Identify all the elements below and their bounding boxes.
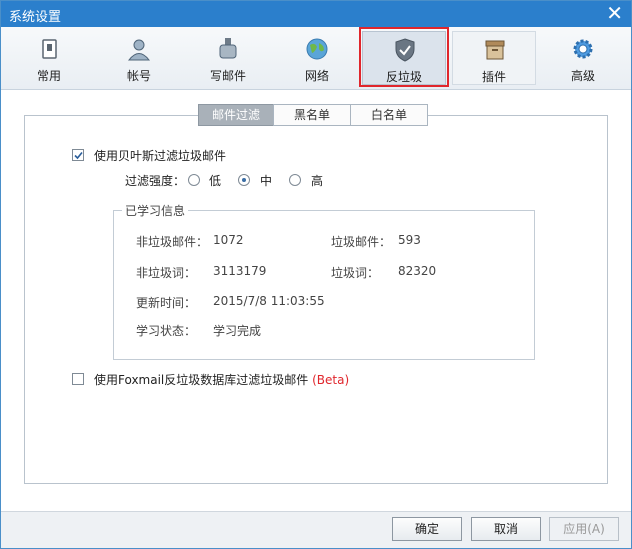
toolbar-item-compose[interactable]: 写邮件	[186, 31, 270, 85]
button-bar: 确定 取消 应用(A)	[1, 511, 631, 548]
ham-word-value: 3113179	[213, 264, 267, 278]
settings-toolbar: 常用 帐号 写邮件 网络 反垃圾 插件 高级	[1, 27, 631, 90]
toolbar-item-label: 常用	[36, 69, 61, 83]
compose-icon	[219, 38, 237, 59]
foxmail-db-text: 使用Foxmail反垃圾数据库过滤垃圾邮件	[94, 373, 309, 387]
toolbar-item-label: 写邮件	[209, 69, 246, 83]
learned-info-title: 已学习信息	[122, 202, 189, 219]
tab-whitelist[interactable]: 白名单	[350, 104, 428, 126]
plugin-box-icon	[485, 40, 505, 60]
tab-mail-filter[interactable]: 邮件过滤	[198, 104, 274, 126]
ham-word-label: 非垃圾词：	[136, 266, 197, 280]
foxmail-db-checkbox[interactable]	[72, 373, 84, 385]
window-title: 系统设置	[9, 10, 62, 25]
gear-icon	[573, 39, 593, 59]
strength-medium-label: 中	[260, 174, 273, 188]
strength-low-radio[interactable]	[188, 174, 200, 186]
spam-mail-value: 593	[398, 233, 421, 247]
tab-blacklist[interactable]: 黑名单	[273, 104, 351, 126]
shield-icon	[395, 38, 415, 62]
beta-tag: (Beta)	[312, 373, 350, 387]
toolbar-item-advanced[interactable]: 高级	[541, 31, 625, 85]
strength-high-radio[interactable]	[289, 174, 301, 186]
check-icon	[74, 151, 83, 160]
toolbar-item-label: 插件	[481, 70, 506, 84]
spam-word-label: 垃圾词：	[331, 266, 380, 280]
toolbar-item-general[interactable]: 常用	[7, 31, 91, 85]
ok-button[interactable]: 确定	[392, 517, 462, 541]
status-label: 学习状态：	[136, 324, 197, 338]
spam-word-value: 82320	[398, 264, 437, 278]
ham-mail-label: 非垃圾邮件：	[136, 235, 209, 249]
close-icon[interactable]: ✕	[606, 2, 623, 24]
toolbar-item-label: 网络	[304, 69, 329, 83]
bayes-checkbox[interactable]	[72, 149, 84, 161]
toolbar-item-antispam[interactable]: 反垃圾	[362, 31, 446, 85]
strength-medium-radio[interactable]	[238, 174, 250, 186]
updated-label: 更新时间：	[136, 296, 197, 310]
title-bar: 系统设置 ✕	[1, 1, 631, 27]
globe-icon	[306, 38, 328, 60]
toolbar-item-network[interactable]: 网络	[275, 31, 359, 85]
toolbar-item-label: 帐号	[126, 69, 151, 83]
user-icon	[127, 39, 151, 61]
updated-value: 2015/7/8 11:03:55	[213, 294, 325, 308]
toolbar-item-label: 高级	[570, 69, 595, 83]
ham-mail-value: 1072	[213, 233, 244, 247]
strength-high-label: 高	[311, 174, 324, 188]
strength-label: 过滤强度：	[125, 174, 186, 188]
toolbar-item-plugins[interactable]: 插件	[452, 31, 536, 85]
toolbar-item-label: 反垃圾	[385, 70, 422, 84]
cancel-button[interactable]: 取消	[471, 517, 541, 541]
apply-button[interactable]: 应用(A)	[549, 517, 619, 541]
bayes-label: 使用贝叶斯过滤垃圾邮件	[94, 149, 227, 163]
strength-low-label: 低	[209, 174, 222, 188]
status-value: 学习完成	[213, 324, 262, 338]
phone-icon	[42, 39, 57, 59]
settings-window: 系统设置 ✕ 常用 帐号 写邮件 网络 反垃圾 插件 高级 邮件过滤 黑名单 白…	[0, 0, 632, 549]
foxmail-db-label: 使用Foxmail反垃圾数据库过滤垃圾邮件 (Beta)	[94, 371, 349, 388]
spam-mail-label: 垃圾邮件：	[331, 235, 392, 249]
toolbar-item-account[interactable]: 帐号	[97, 31, 181, 85]
